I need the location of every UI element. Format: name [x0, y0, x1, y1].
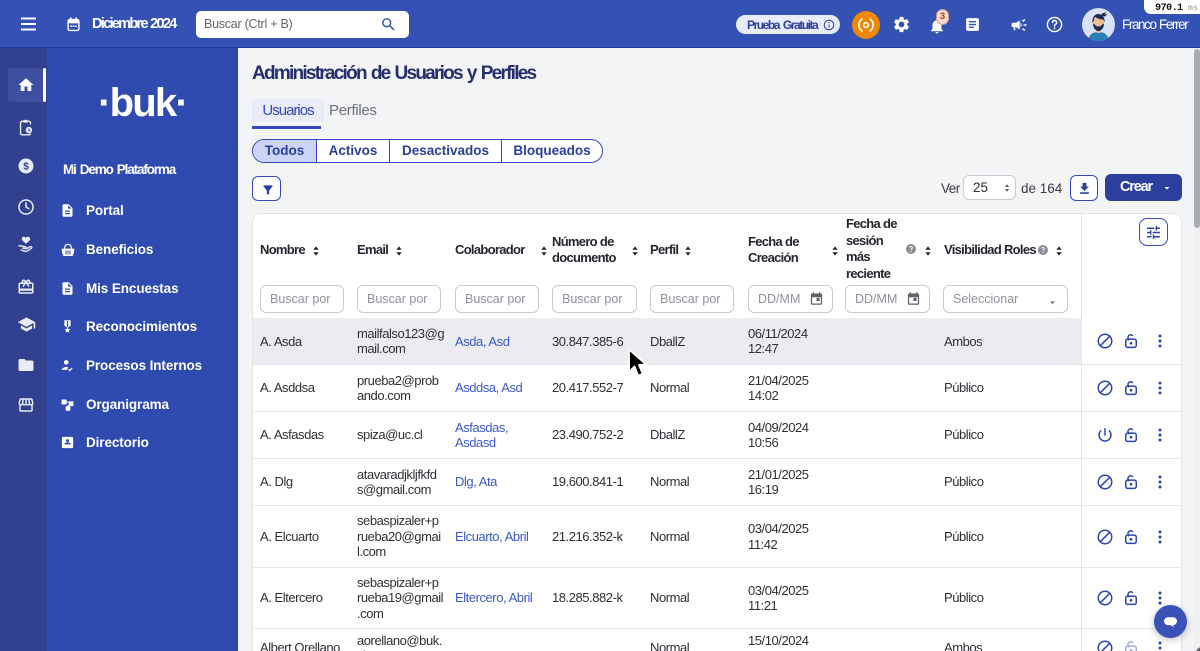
- svg-text:$: $: [23, 162, 29, 173]
